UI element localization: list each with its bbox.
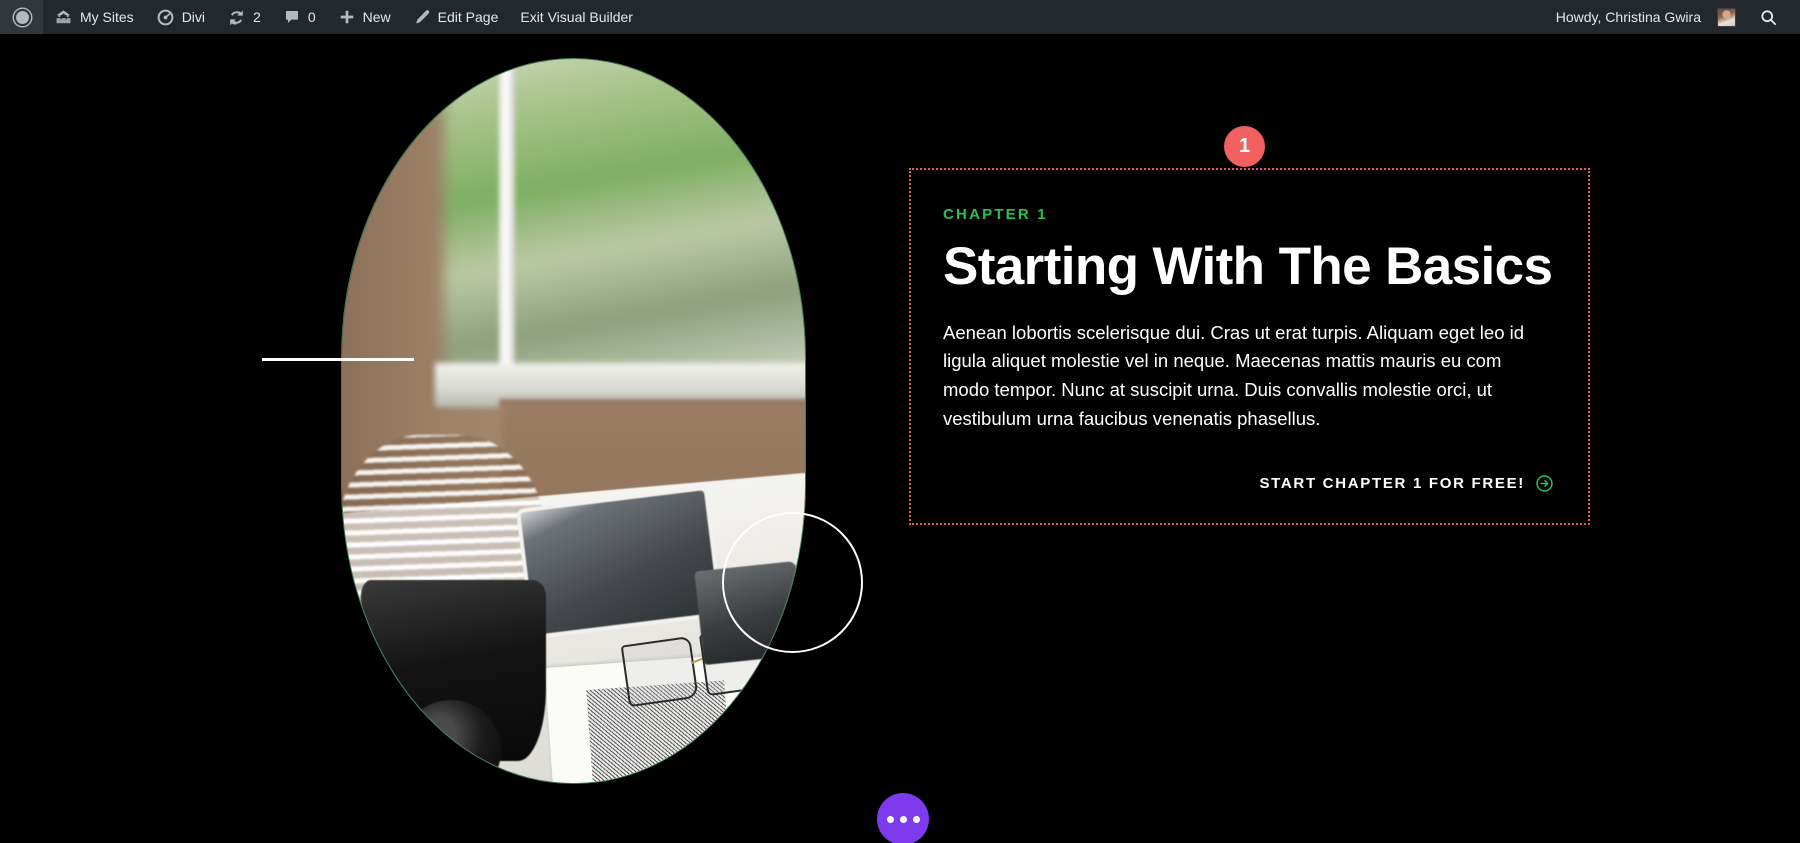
admin-bar-label-divi: Divi — [181, 9, 206, 25]
desk-photo — [342, 59, 805, 783]
three-dots-icon-dot-1 — [886, 815, 894, 823]
hero-image-module[interactable] — [341, 58, 806, 784]
photo-tablet — [520, 489, 720, 635]
chapter-module-wrapper: 1 Chapter 1 Starting With The Basics Aen… — [909, 126, 1590, 526]
admin-bar-right-group: Howdy, Christina Gwira — [1545, 0, 1800, 34]
module-number-badge[interactable]: 1 — [1224, 126, 1265, 167]
admin-bar-greeting: Howdy, Christina Gwira — [1555, 9, 1701, 25]
cta-label: Start Chapter 1 For Free! — [1259, 475, 1525, 493]
admin-bar-item-my-sites[interactable]: My Sites — [43, 0, 145, 34]
decorative-white-line — [262, 358, 414, 361]
admin-bar-left-group: My Sites Divi 2 0 New Edit Page Exit Vis… — [0, 0, 644, 34]
search-icon — [1759, 8, 1778, 27]
pencil-icon — [413, 8, 431, 26]
photo-window-mullion — [499, 59, 516, 393]
admin-bar-item-exit-visual-builder[interactable]: Exit Visual Builder — [509, 0, 644, 34]
divi-icon — [156, 8, 175, 27]
admin-bar-label-exit-visual-builder: Exit Visual Builder — [520, 9, 633, 25]
wp-logo-menu-item[interactable] — [0, 0, 43, 34]
photo-camera — [360, 580, 546, 783]
decorative-white-circle — [722, 512, 863, 653]
sites-icon — [54, 8, 73, 27]
page-title: Starting With The Basics — [943, 237, 1553, 296]
chapter-body-text: Aenean lobortis scelerisque dui. Cras ut… — [943, 321, 1525, 429]
admin-bar-search-button[interactable] — [1747, 0, 1792, 34]
plus-icon — [338, 8, 356, 26]
three-dots-icon-dot-2 — [899, 815, 907, 823]
three-dots-icon-dot-3 — [912, 815, 920, 823]
admin-bar-label-new: New — [362, 9, 391, 25]
comments-count: 0 — [307, 9, 316, 25]
admin-bar-item-comments[interactable]: 0 — [272, 0, 327, 34]
oval-image-mask — [341, 58, 806, 784]
admin-bar-item-divi[interactable]: Divi — [145, 0, 216, 34]
admin-bar-item-updates[interactable]: 2 — [216, 0, 272, 34]
page-canvas: 1 Chapter 1 Starting With The Basics Aen… — [0, 34, 1800, 843]
comment-bubble-icon — [283, 8, 301, 26]
admin-bar-label-my-sites: My Sites — [80, 9, 134, 25]
circle-arrow-right-icon — [1535, 474, 1554, 493]
avatar — [1717, 7, 1736, 27]
chapter-eyebrow: Chapter 1 — [943, 206, 1048, 223]
admin-bar-my-account[interactable]: Howdy, Christina Gwira — [1545, 0, 1747, 34]
chapter-module[interactable]: Chapter 1 Starting With The Basics Aenea… — [909, 168, 1590, 526]
updates-icon — [227, 8, 246, 27]
photo-window — [443, 59, 805, 400]
cta-row: Start Chapter 1 For Free! — [943, 474, 1554, 493]
wordpress-icon — [12, 7, 33, 28]
start-chapter-cta[interactable]: Start Chapter 1 For Free! — [1259, 474, 1554, 493]
wp-admin-bar: My Sites Divi 2 0 New Edit Page Exit Vis… — [0, 0, 1800, 34]
admin-bar-item-new[interactable]: New — [327, 0, 402, 34]
admin-bar-item-edit-page[interactable]: Edit Page — [402, 0, 510, 34]
updates-count: 2 — [253, 9, 261, 25]
visual-builder-menu-button[interactable] — [877, 793, 929, 843]
admin-bar-label-edit-page: Edit Page — [437, 9, 499, 25]
